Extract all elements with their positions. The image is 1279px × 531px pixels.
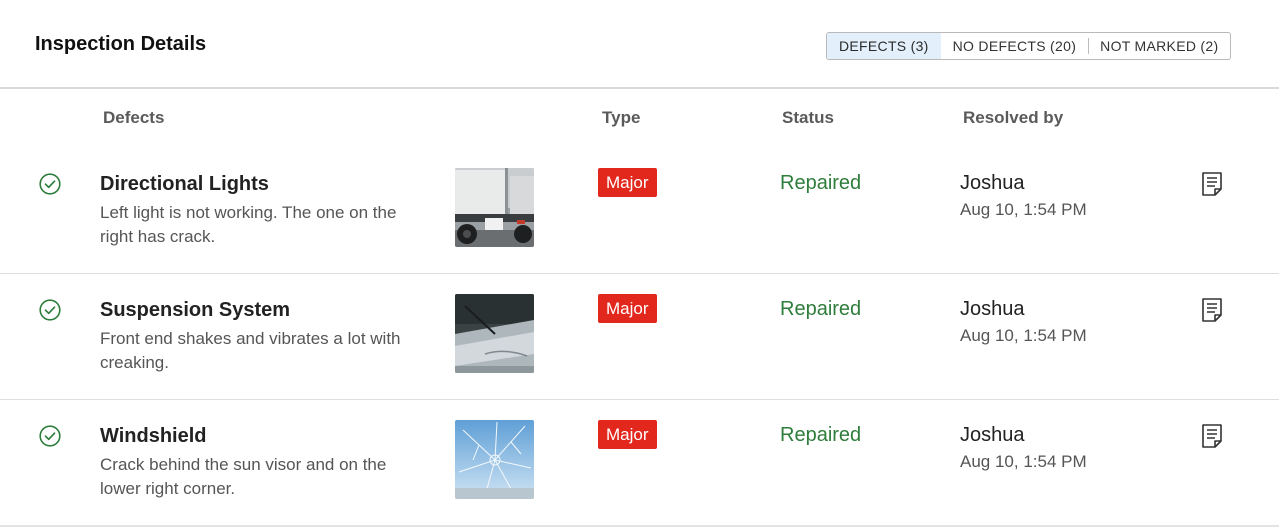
defect-type-badge: Major bbox=[598, 294, 657, 323]
defect-photo-thumbnail[interactable] bbox=[455, 420, 534, 499]
filter-defects[interactable]: DEFECTS (3) bbox=[827, 33, 941, 59]
defect-description: Front end shakes and vibrates a lot with… bbox=[100, 329, 401, 372]
column-header-defects: Defects bbox=[103, 108, 165, 127]
resolver-name: Joshua bbox=[960, 424, 1025, 446]
status-text: Repaired bbox=[780, 298, 862, 320]
table-row[interactable]: Directional Lights Left light is not wor… bbox=[0, 148, 1279, 274]
resolver-name: Joshua bbox=[960, 298, 1025, 320]
column-header-resolved-by: Resolved by bbox=[963, 108, 1064, 127]
defect-filter-tabs: DEFECTS (3) NO DEFECTS (20) NOT MARKED (… bbox=[826, 32, 1232, 60]
defect-name: Directional Lights bbox=[100, 173, 269, 195]
check-circle-icon bbox=[39, 425, 61, 447]
filter-no-defects[interactable]: NO DEFECTS (20) bbox=[941, 33, 1089, 59]
defect-description: Crack behind the sun visor and on the lo… bbox=[100, 455, 387, 498]
defect-type-badge: Major bbox=[598, 168, 657, 197]
resolver-name: Joshua bbox=[960, 172, 1025, 194]
defect-photo-thumbnail[interactable] bbox=[455, 168, 534, 247]
status-text: Repaired bbox=[780, 424, 862, 446]
column-header-status: Status bbox=[782, 108, 834, 127]
status-text: Repaired bbox=[780, 172, 862, 194]
defect-type-badge: Major bbox=[598, 420, 657, 449]
document-icon[interactable] bbox=[1200, 423, 1224, 449]
defect-name: Windshield bbox=[100, 425, 207, 447]
card-header: Inspection Details DEFECTS (3) NO DEFECT… bbox=[0, 0, 1279, 89]
defect-name: Suspension System bbox=[100, 299, 291, 321]
resolved-timestamp: Aug 10, 1:54 PM bbox=[960, 200, 1087, 219]
check-circle-icon bbox=[39, 299, 61, 321]
inspection-details-card: Inspection Details DEFECTS (3) NO DEFECT… bbox=[0, 0, 1279, 527]
defect-photo-thumbnail[interactable] bbox=[455, 294, 534, 373]
column-header-type: Type bbox=[602, 108, 641, 127]
resolved-timestamp: Aug 10, 1:54 PM bbox=[960, 326, 1087, 345]
table-row[interactable]: Suspension System Front end shakes and v… bbox=[0, 274, 1279, 400]
resolved-timestamp: Aug 10, 1:54 PM bbox=[960, 452, 1087, 471]
document-icon[interactable] bbox=[1200, 171, 1224, 197]
check-circle-icon bbox=[39, 173, 61, 195]
table-row[interactable]: Windshield Crack behind the sun visor an… bbox=[0, 400, 1279, 526]
document-icon[interactable] bbox=[1200, 297, 1224, 323]
filter-not-marked[interactable]: NOT MARKED (2) bbox=[1088, 33, 1230, 59]
page-title: Inspection Details bbox=[35, 33, 207, 55]
defect-description: Left light is not working. The one on th… bbox=[100, 203, 397, 246]
